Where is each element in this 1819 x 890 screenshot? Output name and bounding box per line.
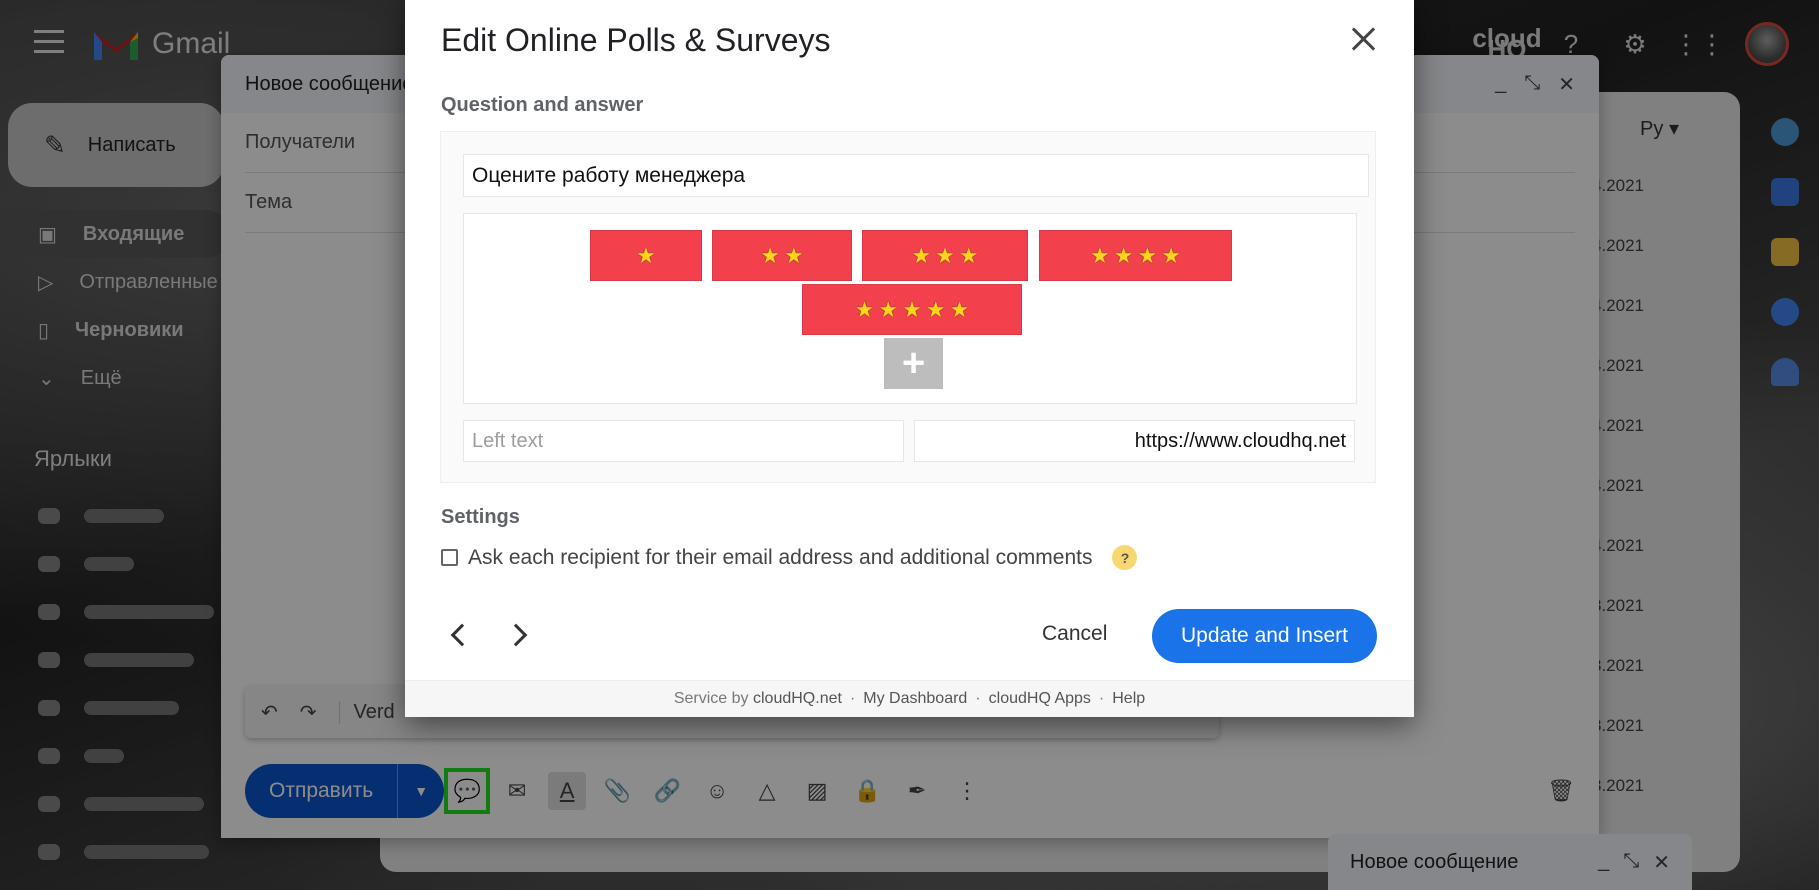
star-icon: ★ (911, 242, 932, 268)
footer-help-link[interactable]: Help (1112, 690, 1145, 708)
star-icon: ★ (878, 296, 899, 322)
footer-service: Service by cloudHQ.net (674, 690, 842, 708)
collect-email-option: Ask each recipient for their email addre… (441, 545, 1138, 570)
section-qa-heading: Question and answer (441, 94, 644, 116)
footer-dashboard-link[interactable]: My Dashboard (863, 690, 967, 708)
star-icon: ★ (1090, 242, 1110, 268)
modal-footer: Service by cloudHQ.net · My Dashboard · … (405, 680, 1414, 717)
help-badge-icon[interactable]: ? (1112, 545, 1138, 570)
star-icon: ★ (902, 296, 922, 322)
answer-option-4[interactable]: ★ ★ ★ ★ (1039, 230, 1232, 281)
modal-title: Edit Online Polls & Surveys (441, 22, 831, 58)
close-icon[interactable] (1346, 22, 1380, 56)
left-text-input[interactable]: Left text (463, 420, 904, 462)
star-icon: ★ (925, 296, 946, 322)
star-icon: ★ (935, 242, 955, 268)
question-answer-box: Оцените работу менеджера ★ ★ ★ ★ ★ ★ ★ ★ ★ ★ ★… (440, 131, 1376, 483)
next-arrow-icon[interactable] (503, 620, 533, 650)
footer-service-label: Service by (673, 690, 749, 707)
cancel-button[interactable]: Cancel (1030, 612, 1119, 656)
section-settings-heading: Settings (441, 506, 520, 528)
answer-option-2[interactable]: ★ ★ (712, 230, 852, 281)
star-icon: ★ (1113, 242, 1134, 268)
answer-option-3[interactable]: ★ ★ ★ (862, 230, 1028, 281)
star-icon: ★ (784, 242, 804, 268)
footer-separator: · (849, 690, 856, 707)
answer-option-5[interactable]: ★ ★ ★ ★ ★ (802, 284, 1022, 335)
star-icon: ★ (636, 242, 656, 268)
footer-apps-link[interactable]: cloudHQ Apps (989, 690, 1091, 708)
update-insert-button[interactable]: Update and Insert (1152, 609, 1377, 663)
polls-modal: Edit Online Polls & Surveys Question and… (405, 0, 1414, 717)
right-text-input[interactable]: https://www.cloudhq.net (914, 420, 1355, 462)
star-icon: ★ (760, 242, 780, 268)
star-icon: ★ (1137, 242, 1158, 268)
collect-email-label: Ask each recipient for their email addre… (468, 545, 1093, 569)
footer-separator: · (1098, 690, 1105, 707)
add-answer-button[interactable]: + (884, 338, 943, 389)
star-icon: ★ (958, 242, 979, 268)
collect-email-checkbox[interactable] (441, 549, 458, 566)
star-icon: ★ (854, 296, 875, 322)
footer-cloudhq-link[interactable]: cloudHQ.net (753, 690, 842, 707)
footer-separator: · (975, 690, 981, 707)
star-icon: ★ (1161, 242, 1181, 268)
question-input[interactable]: Оцените работу менеджера (463, 154, 1369, 197)
answer-option-1[interactable]: ★ (590, 230, 702, 281)
prev-arrow-icon[interactable] (443, 620, 473, 650)
answers-area: ★ ★ ★ ★ ★ ★ ★ ★ ★ ★ ★ ★ ★ ★ ★ + (463, 213, 1357, 404)
star-icon: ★ (949, 296, 970, 322)
